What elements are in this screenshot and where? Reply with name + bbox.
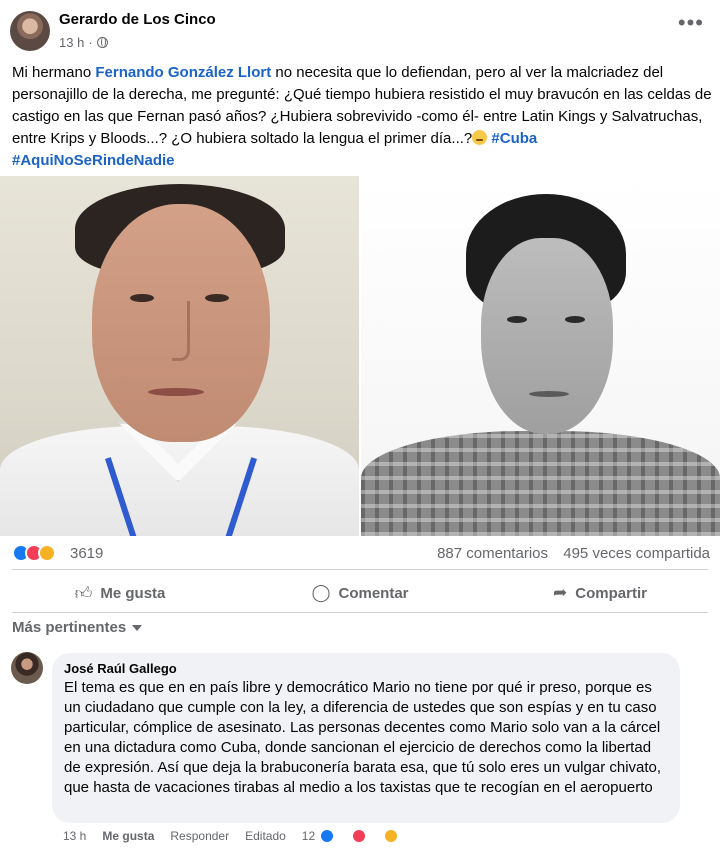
comment-like-button[interactable]: Me gusta <box>102 829 154 843</box>
author-avatar[interactable] <box>10 11 50 51</box>
photo-left-eye <box>130 294 154 302</box>
globe-icon <box>96 37 108 48</box>
comment-time[interactable]: 13 h <box>63 829 86 843</box>
divider-bottom <box>12 612 708 613</box>
share-button[interactable]: ➦ Compartir <box>480 574 720 612</box>
comment-edited-label: Editado <box>245 829 286 843</box>
comment-sort-label: Más pertinentes <box>12 619 127 636</box>
speech-bubble-icon: ◯ <box>311 583 331 602</box>
care-reaction-icon <box>38 544 56 562</box>
shares-count[interactable]: 495 veces compartida <box>563 545 710 562</box>
photo-right-eye <box>565 316 585 323</box>
post-text-part-1: Mi hermano <box>12 64 96 81</box>
reaction-count[interactable]: 3619 <box>70 545 103 562</box>
photo-right-shirt <box>361 431 720 536</box>
comments-count[interactable]: 887 comentarios <box>437 545 548 562</box>
comment-author[interactable]: José Raúl Gallego <box>64 661 668 676</box>
comment-button[interactable]: ◯ Comentar <box>240 574 480 612</box>
post-text: Mi hermano Fernando González Llort no ne… <box>12 62 712 172</box>
photo-left-shirt <box>0 426 359 536</box>
hashtag-aquinoserindenadie[interactable]: #AquiNoSeRindeNadie <box>12 152 175 169</box>
share-button-label: Compartir <box>575 584 647 602</box>
comment-text: El tema es que en en país libre y democr… <box>64 679 662 796</box>
post-header: Gerardo de Los Cinco 13 h · ••• <box>0 0 720 60</box>
post-author-name[interactable]: Gerardo de Los Cinco <box>59 11 216 28</box>
comment-reaction-count[interactable]: 12 <box>302 829 315 843</box>
post-stats: 3619 887 comentarios 495 veces compartid… <box>0 540 720 568</box>
more-options-button[interactable]: ••• <box>678 12 704 34</box>
haha-reaction-icon <box>383 828 400 844</box>
commenter-avatar[interactable] <box>11 652 43 684</box>
share-arrow-icon: ➦ <box>553 583 568 602</box>
photo-left-nose <box>172 301 190 361</box>
reaction-icons[interactable] <box>12 544 56 562</box>
love-reaction-icon <box>351 828 368 844</box>
post-time[interactable]: 13 h <box>59 35 84 50</box>
photo-left-mouth <box>148 388 204 396</box>
photo-right[interactable] <box>361 176 720 536</box>
chevron-down-icon <box>132 624 143 631</box>
meta-separator: · <box>88 35 93 50</box>
photo-left[interactable] <box>0 176 359 536</box>
post-actions: 👍︎ Me gusta ◯ Comentar ➦ Compartir <box>0 574 720 612</box>
post-photos[interactable] <box>0 176 720 536</box>
photo-right-mouth <box>529 391 569 397</box>
divider-top <box>12 569 708 570</box>
mention-link[interactable]: Fernando González Llort <box>95 64 271 81</box>
like-button[interactable]: 👍︎ Me gusta <box>0 574 240 612</box>
photo-right-face <box>481 238 613 434</box>
comment-button-label: Comentar <box>338 584 409 602</box>
comment-meta: 13 h Me gusta Responder Editado 12 <box>63 828 415 844</box>
thumbs-up-icon: 👍︎ <box>74 583 93 603</box>
comment-reaction-icons[interactable] <box>319 828 415 844</box>
thinking-face-emoji-icon <box>472 130 488 145</box>
comment-reply-button[interactable]: Responder <box>170 829 229 843</box>
post-meta: 13 h · <box>59 35 108 50</box>
photo-left-eye <box>205 294 229 302</box>
comment-sort-dropdown[interactable]: Más pertinentes <box>12 619 143 636</box>
hashtag-cuba[interactable]: #Cuba <box>491 130 537 147</box>
like-reaction-icon <box>319 828 336 844</box>
comment-bubble: José Raúl Gallego El tema es que en en p… <box>52 653 680 823</box>
like-button-label: Me gusta <box>100 584 166 602</box>
photo-right-eye <box>507 316 527 323</box>
